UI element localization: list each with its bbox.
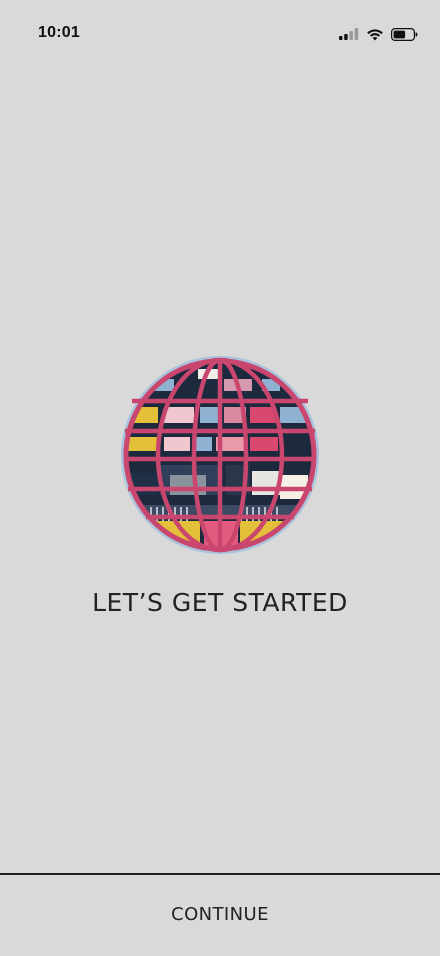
status-bar: 10:01 <box>0 0 440 68</box>
battery-icon <box>391 27 418 41</box>
globe-illustration <box>121 356 319 554</box>
continue-button[interactable]: CONTINUE <box>0 875 440 956</box>
page-title: LET’S GET STARTED <box>92 588 348 617</box>
cellular-signal-icon <box>339 28 359 40</box>
wifi-icon <box>366 28 384 41</box>
status-time: 10:01 <box>38 24 80 41</box>
hero <box>0 355 440 555</box>
status-icons <box>339 24 418 44</box>
footer: CONTINUE <box>0 873 440 956</box>
